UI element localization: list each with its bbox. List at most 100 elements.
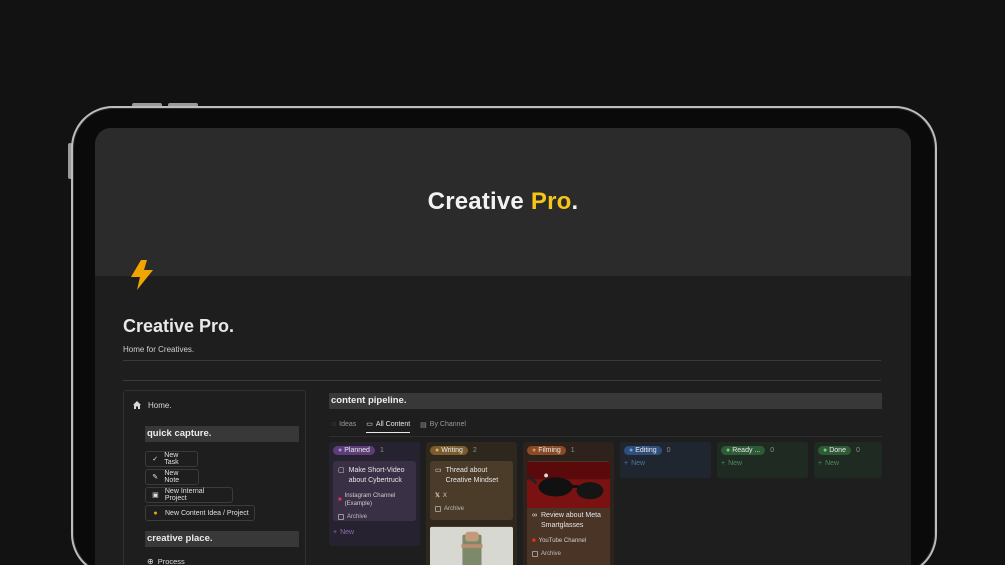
page-subtitle: Home for Creatives. — [123, 345, 195, 354]
archive-checkbox[interactable]: Archive — [435, 506, 508, 512]
card-title-row: ▢ Make Short-Video about Cybertruck — [338, 466, 411, 486]
status-label: Done — [829, 447, 846, 454]
tab-ideas-label: Ideas — [339, 421, 357, 428]
process-link[interactable]: ⊕ Process — [147, 557, 185, 565]
column-header: ● Editing 0 — [624, 446, 707, 455]
status-badge[interactable]: ● Filming — [527, 446, 566, 455]
notion-page: Creative Pro. Creative Pro. Home for Cre… — [95, 128, 911, 565]
card-channel: ■ Instagram Channel (Example) — [338, 492, 411, 508]
new-internal-project-button[interactable]: ▣ New Internal Project — [145, 487, 233, 503]
card-title: Thread about Creative Mindset — [445, 467, 499, 484]
new-card-button[interactable]: + New — [333, 529, 416, 536]
status-label: Ready ... — [732, 447, 761, 454]
card-title: Review about Meta Smartglasses — [541, 512, 601, 529]
status-label: Editing — [635, 447, 657, 454]
dot-icon: ● — [532, 447, 537, 454]
lightning-bolt-icon[interactable] — [127, 258, 159, 292]
column-filming: ● Filming 1 ∞ Review about Meta Smartgla… — [523, 442, 614, 565]
quick-capture-heading: quick capture. — [145, 426, 299, 442]
new-card-button[interactable]: + New — [818, 460, 878, 467]
status-badge[interactable]: ● Ready ... — [721, 446, 766, 455]
dot-icon: ● — [338, 447, 343, 454]
new-label: New — [728, 460, 743, 467]
divider — [123, 360, 881, 361]
column-editing: ● Editing 0 + New — [620, 442, 711, 478]
dot-icon: ● — [726, 447, 731, 454]
new-content-idea-button[interactable]: ● New Content Idea / Project — [145, 505, 255, 521]
archive-checkbox[interactable]: Archive — [532, 551, 605, 557]
check-icon: ✓ — [152, 455, 159, 463]
cover-title-accent: Pro — [530, 188, 572, 215]
dot-icon: ● — [823, 447, 828, 454]
status-badge[interactable]: ● Done — [818, 446, 851, 455]
tab-by-channel[interactable]: ▤ By Channel — [420, 420, 466, 433]
x-logo-icon: 𝕏 — [435, 493, 440, 499]
keyboard-icon: ▭ — [435, 467, 442, 474]
youtube-icon: ■ — [532, 538, 536, 544]
column-done: ● Done 0 + New — [814, 442, 882, 478]
status-badge[interactable]: ● Planned — [333, 446, 375, 455]
new-label: New — [631, 460, 646, 467]
column-header: ● Ready ... 0 — [721, 446, 804, 455]
card-channel-label: X — [442, 493, 447, 499]
card-title-row: ∞ Review about Meta Smartglasses — [532, 511, 605, 531]
tab-ideas[interactable]: ◌ Ideas — [332, 420, 356, 433]
column-count: 2 — [472, 447, 477, 454]
column-count: 1 — [570, 447, 575, 454]
column-count: 0 — [855, 447, 860, 454]
new-label: New — [340, 529, 355, 536]
new-internal-project-label: New Internal Project — [164, 488, 205, 502]
instagram-icon: ■ — [338, 497, 342, 503]
board-card[interactable]: ▢ Make Short-Video about Cybertruck ■ In… — [333, 461, 416, 521]
checkbox-icon — [338, 514, 344, 520]
new-card-button[interactable]: + New — [624, 460, 707, 467]
status-label: Writing — [441, 447, 463, 454]
new-card-button[interactable]: + New — [721, 460, 804, 467]
column-planned: ● Planned 1 ▢ Make Short-Video about Cyb… — [329, 442, 420, 546]
column-writing: ● Writing 2 ▭ Thread about Creative Mind… — [426, 442, 517, 565]
process-label: Process — [157, 557, 185, 565]
glasses-icon: ∞ — [532, 512, 537, 519]
content-pipeline-heading: content pipeline. — [329, 393, 882, 409]
briefcase-icon: ▣ — [152, 491, 159, 499]
checkbox-icon — [435, 506, 441, 512]
cover-title-main: Creative — [427, 188, 524, 215]
page-title: Creative Pro. — [123, 316, 235, 336]
board-card[interactable]: ▭ Thread about Creative Mindset 𝕏 X Arch… — [430, 461, 513, 520]
home-link[interactable]: Home. — [132, 400, 172, 410]
video-icon: ▢ — [338, 467, 345, 474]
home-icon — [133, 401, 141, 409]
status-badge[interactable]: ● Writing — [430, 446, 468, 455]
column-header: ● Done 0 — [818, 446, 878, 455]
archive-label: Archive — [444, 506, 465, 512]
tab-by-channel-label: By Channel — [429, 421, 466, 428]
status-label: Filming — [538, 447, 561, 454]
plus-icon: + — [333, 529, 338, 536]
new-content-idea-label: New Content Idea / Project — [165, 509, 249, 517]
home-label: Home. — [148, 400, 172, 410]
tab-all-content-label: All Content — [375, 420, 411, 428]
card-channel-label: YouTube Channel — [538, 538, 587, 544]
lightbulb-icon: ◌ — [332, 421, 337, 428]
dot-icon: ● — [435, 447, 440, 454]
status-label: Planned — [344, 447, 370, 454]
creative-place-heading: creative place. — [145, 531, 299, 547]
tab-all-content[interactable]: ▭ All Content — [366, 420, 411, 433]
view-tabs: ◌ Ideas ▭ All Content ▤ By Channel — [332, 420, 466, 433]
board-card[interactable] — [430, 526, 513, 565]
archive-label: Archive — [541, 551, 562, 557]
ticket-icon: ▤ — [420, 421, 427, 429]
dot-icon: ● — [629, 447, 634, 454]
new-note-button[interactable]: ✎ New Note — [145, 469, 199, 485]
archive-checkbox[interactable]: Archive — [338, 514, 411, 520]
column-header: ● Writing 2 — [430, 446, 513, 455]
new-note-label: New Note — [164, 470, 180, 484]
status-badge[interactable]: ● Editing — [624, 446, 662, 455]
archive-label: Archive — [347, 514, 368, 520]
new-task-button[interactable]: ✓ New Task — [145, 451, 198, 467]
board-card[interactable]: ∞ Review about Meta Smartglasses ■ YouTu… — [526, 461, 610, 565]
card-title-row: ▭ Thread about Creative Mindset — [435, 466, 508, 486]
page-cover: Creative Pro. — [95, 128, 911, 276]
column-header: ● Planned 1 — [333, 446, 416, 455]
new-label: New — [825, 460, 840, 467]
